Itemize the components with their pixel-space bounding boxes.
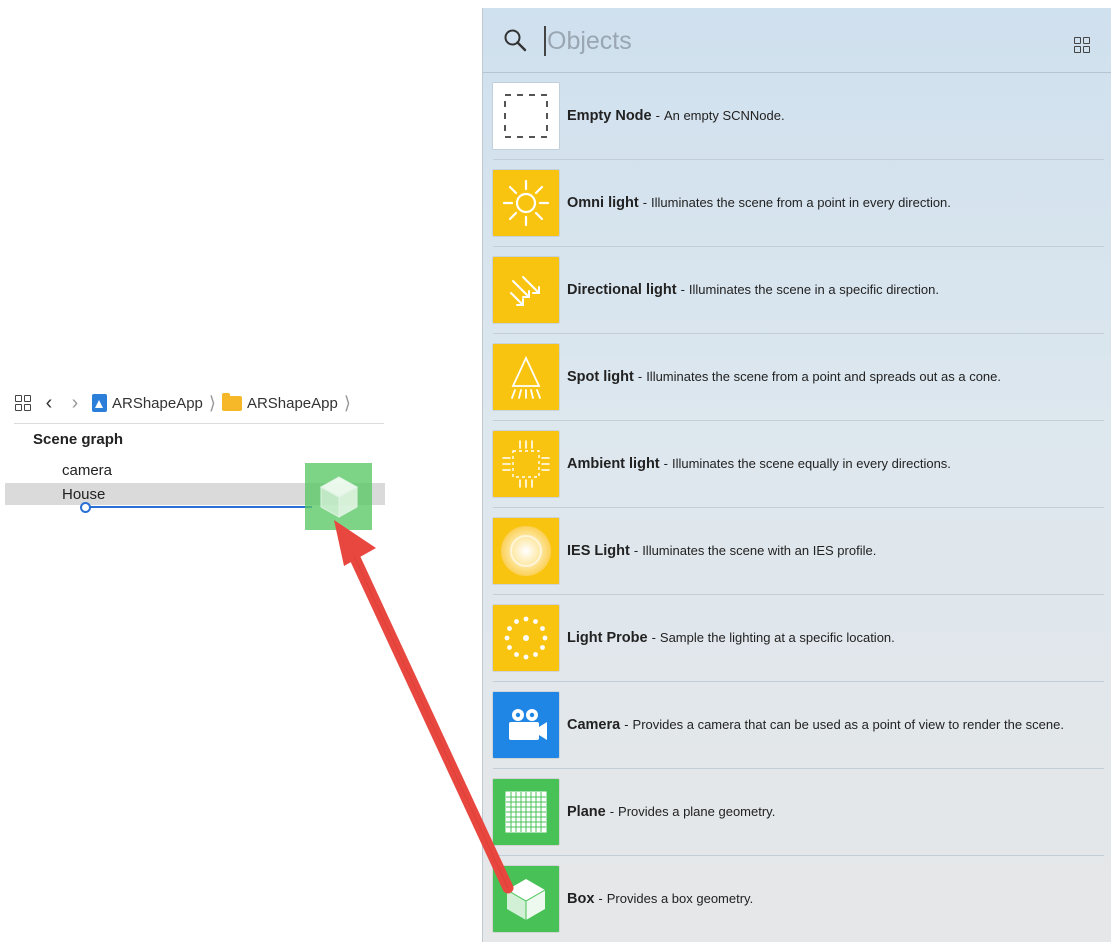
empty-node-icon [493,83,559,149]
scene-node-house[interactable]: House [62,486,105,503]
directional-light-icon [493,257,559,323]
library-item-description: Sample the lighting at a specific locati… [659,630,895,645]
library-item-light-probe[interactable]: Light Probe - Sample the lighting at a spe… [483,595,1111,682]
related-items-grid-icon[interactable] [14,393,32,413]
grid-view-toggle-icon[interactable] [1074,31,1090,53]
library-item-name: Omni light [567,195,639,211]
omni-light-icon [493,170,559,236]
library-item-box[interactable]: Box - Provides a box geometry. [483,856,1111,943]
breadcrumb-folder[interactable]: ARShapeApp [221,392,338,412]
scene-node-camera[interactable]: camera [62,462,112,479]
library-item-empty-node[interactable]: Empty Node - An empty SCNNode. [483,73,1111,160]
library-item-name: Spot light [567,369,634,385]
library-item-description: Provides a plane geometry. [618,804,776,819]
library-item-description: Illuminates the scene from a point and s… [646,369,1002,384]
breadcrumb-separator: ⟩ [343,392,351,413]
jump-bar-divider [14,423,384,424]
library-item-name: Camera [567,717,621,733]
library-item-description: An empty SCNNode. [663,108,785,123]
library-search-bar [483,8,1111,73]
text-caret [544,26,546,56]
library-item-ambient-light[interactable]: Ambient light - Illuminates the scene equa… [483,421,1111,508]
light-probe-icon [493,605,559,671]
breadcrumb-project[interactable]: ARShapeApp [92,394,203,412]
library-item-directional-light[interactable]: Directional light - Illuminates the scene … [483,247,1111,334]
drop-indicator-line [86,506,312,508]
ambient-light-icon [493,431,559,497]
library-item-name: Ambient light [567,456,660,472]
library-item-name: Directional light [567,282,677,298]
breadcrumb-project-label: ARShapeApp [112,394,203,412]
scene-graph-title: Scene graph [33,431,124,448]
back-chevron-icon[interactable]: ‹ [40,392,58,414]
jump-bar: ‹ › ARShapeApp ⟩ ARShapeApp ⟩ [14,390,351,416]
dragged-box-preview [305,463,372,530]
library-item-ies-light[interactable]: IES Light - Illuminates the scene with an … [483,508,1111,595]
library-item-description: Illuminates the scene with an IES profil… [642,543,877,558]
box-icon [493,866,559,932]
library-item-camera[interactable]: Camera - Provides a camera that can be use… [483,682,1111,769]
plane-icon [493,779,559,845]
library-item-plane[interactable]: Plane - Provides a plane geometry. [483,769,1111,856]
search-icon [504,29,527,52]
library-item-name: Plane [567,804,606,820]
library-item-description: Illuminates the scene in a specific dire… [688,282,939,297]
object-library: Empty Node-An empty SCNNode. Omni light-… [482,8,1111,942]
spot-light-icon [493,344,559,410]
folder-icon [221,392,242,411]
library-item-description: Illuminates the scene equally in every d… [671,456,951,471]
library-item-description: Illuminates the scene from a point in ev… [651,195,951,210]
library-search-input[interactable] [547,22,1027,60]
drop-indicator-dot [80,502,91,513]
library-item-spot-light[interactable]: Spot light - Illuminates the scene from a … [483,334,1111,421]
ies-light-icon [493,518,559,584]
library-item-description: Provides a box geometry. [606,891,754,906]
breadcrumb-folder-label: ARShapeApp [246,394,338,412]
library-item-name: Empty Node [567,108,652,124]
library-item-name: Light Probe [567,630,648,646]
forward-chevron-icon[interactable]: › [66,392,84,414]
breadcrumb-separator: ⟩ [208,392,216,413]
camera-icon [493,692,559,758]
box-icon [319,475,358,518]
library-item-description: Provides a camera that can be used as a … [632,717,1064,732]
project-file-icon [92,394,107,412]
library-item-name: IES Light [567,543,630,559]
library-item-name: Box [567,891,595,907]
library-item-omni-light[interactable]: Omni light - Illuminates the scene from a … [483,160,1111,247]
